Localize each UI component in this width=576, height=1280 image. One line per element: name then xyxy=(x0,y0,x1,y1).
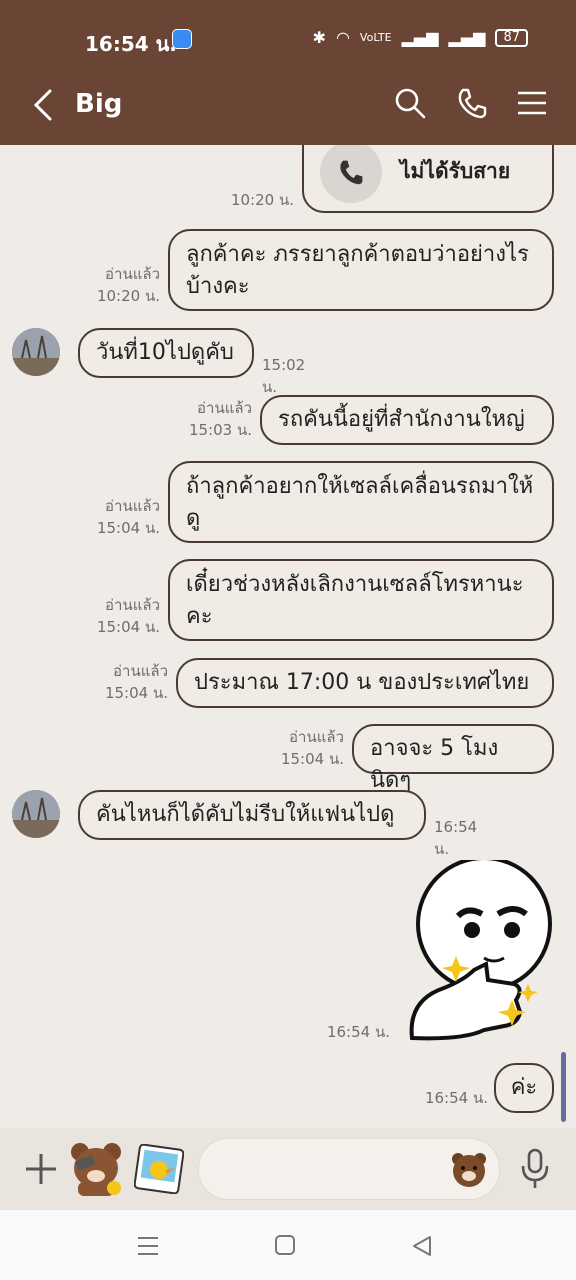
recent-apps-icon[interactable] xyxy=(136,1234,160,1258)
sent-message-bubble[interactable]: ถ้าลูกค้าอยากให้เซลล์เคลื่อนรถมาให้ดู xyxy=(168,461,554,543)
message-meta: อ่านแล้ว 15:03 น. xyxy=(186,397,252,441)
home-icon[interactable] xyxy=(274,1234,296,1256)
back-arrow-icon[interactable] xyxy=(28,85,58,125)
bluetooth-icon: ✱ xyxy=(312,28,326,47)
status-time: 16:54 น. xyxy=(85,32,177,56)
sent-message-bubble[interactable]: ประมาณ 17:00 น ของประเทศไทย xyxy=(176,658,554,708)
sent-message-bubble[interactable]: เดี๋ยวช่วงหลังเลิกงานเซลล์โทรหานะคะ xyxy=(168,559,554,641)
read-receipt: อ่านแล้ว xyxy=(113,662,168,680)
read-receipt: อ่านแล้ว xyxy=(289,728,344,746)
signal-icon: ▂▄▆ xyxy=(401,28,439,47)
sent-message-bubble[interactable]: ค่ะ xyxy=(494,1063,554,1113)
sent-message-bubble[interactable]: อาจจะ 5 โมงนิดๆ xyxy=(352,724,554,793)
message-meta: อ่านแล้ว 15:04 น. xyxy=(274,726,344,770)
read-receipt: อ่านแล้ว xyxy=(197,399,252,417)
contact-avatar[interactable] xyxy=(12,790,60,838)
sticker-bear-icon[interactable] xyxy=(68,1138,124,1198)
sent-message-bubble[interactable]: ลูกค้าคะ ภรรยาลูกค้าตอบว่าอย่างไรบ้างคะ xyxy=(168,229,554,311)
contact-avatar[interactable] xyxy=(12,328,60,376)
message-meta: อ่านแล้ว 15:04 น. xyxy=(90,594,160,638)
read-receipt: อ่านแล้ว xyxy=(105,497,160,515)
wifi-icon: ◠ xyxy=(335,28,350,47)
message-list[interactable]: ไม่ได้รับสาย 10:20 น. อ่านแล้ว 10:20 น. … xyxy=(0,145,576,1128)
read-receipt: อ่านแล้ว xyxy=(105,265,160,283)
message-time: 16:54 น. xyxy=(424,1089,488,1107)
menu-icon[interactable] xyxy=(516,87,548,119)
phone-icon xyxy=(320,145,382,203)
plus-icon[interactable] xyxy=(24,1152,58,1186)
message-time: 15:04 น. xyxy=(96,618,160,636)
chat-title: Big xyxy=(75,89,123,119)
missed-call-bubble[interactable]: ไม่ได้รับสาย xyxy=(302,145,554,213)
call-icon[interactable] xyxy=(456,87,488,119)
message-input[interactable] xyxy=(198,1138,500,1200)
photo-sticker-icon[interactable] xyxy=(134,1144,184,1194)
scrollbar[interactable] xyxy=(561,1052,566,1122)
message-time: 10:20 น. xyxy=(96,287,160,305)
search-icon[interactable] xyxy=(394,87,426,119)
message-composer xyxy=(0,1128,576,1210)
received-message-bubble[interactable]: คันไหนก็ได้คับไม่รีบให้แฟนไปดู xyxy=(78,790,426,840)
read-receipt: อ่านแล้ว xyxy=(105,596,160,614)
status-bar: 16:54 น. ✱ ◠ VoLTE ▂▄▆ ▂▄▆ 87 xyxy=(0,0,576,75)
back-nav-icon[interactable] xyxy=(410,1234,434,1258)
battery-icon: 87 xyxy=(495,28,528,47)
emoji-bear-icon[interactable] xyxy=(449,1149,489,1189)
message-time: 15:04 น. xyxy=(104,684,168,702)
missed-call-label: ไม่ได้รับสาย xyxy=(400,159,511,183)
chat-header: Big xyxy=(0,75,576,145)
status-icons: ✱ ◠ VoLTE ▂▄▆ ▂▄▆ 87 xyxy=(313,28,528,47)
message-meta: อ่านแล้ว 10:20 น. xyxy=(90,263,160,307)
notification-app-icon xyxy=(172,29,192,49)
message-time: 10:20 น. xyxy=(230,191,294,209)
network-label: VoLTE xyxy=(359,31,392,44)
sent-message-bubble[interactable]: รถคันนี้อยู่ที่สำนักงานใหญ่ xyxy=(260,395,554,445)
signal-icon-2: ▂▄▆ xyxy=(448,28,486,47)
message-time: 15:04 น. xyxy=(96,519,160,537)
sticker-face-icon xyxy=(409,856,552,1041)
received-message-bubble[interactable]: วันที่10ไปดูคับ xyxy=(78,328,254,378)
sticker-message[interactable] xyxy=(404,856,556,1045)
message-meta: อ่านแล้ว 15:04 น. xyxy=(90,495,160,539)
message-time: 15:04 น. xyxy=(280,750,344,768)
message-time: 15:02 น. xyxy=(262,356,306,396)
message-time: 15:03 น. xyxy=(188,421,252,439)
microphone-icon[interactable] xyxy=(520,1148,550,1190)
message-meta: อ่านแล้ว 15:04 น. xyxy=(98,660,168,704)
message-time: 16:54 น. xyxy=(326,1023,390,1041)
system-nav-bar xyxy=(0,1210,576,1280)
message-time: 16:54 น. xyxy=(434,818,478,858)
